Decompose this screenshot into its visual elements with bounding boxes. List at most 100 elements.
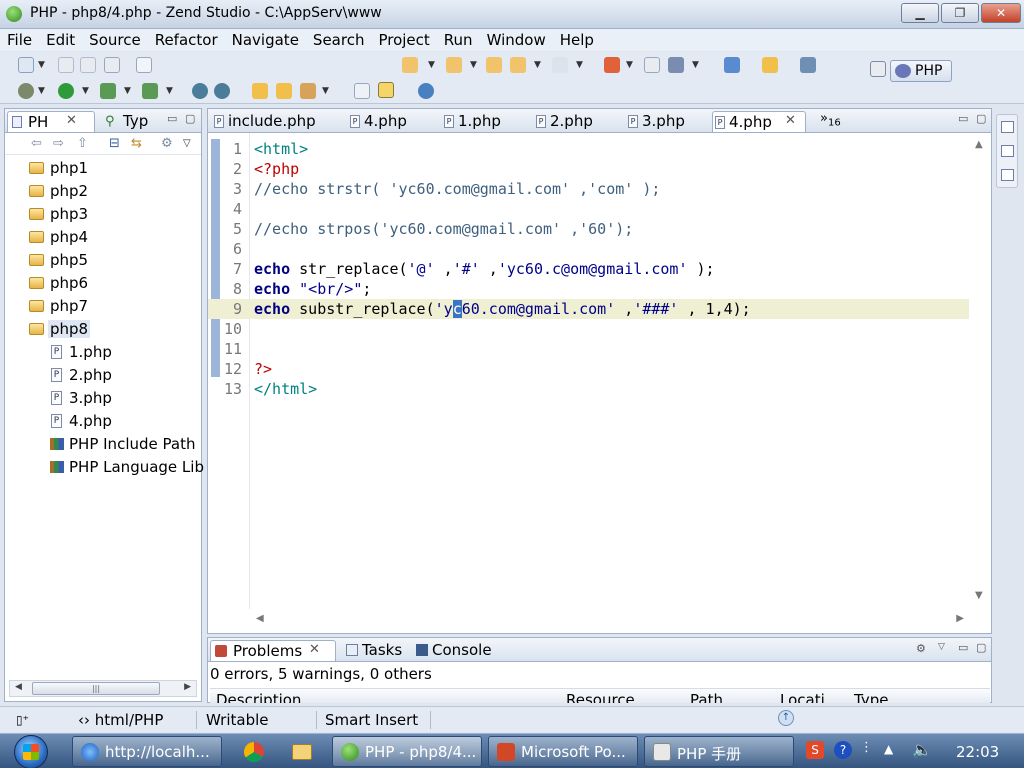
new-icon[interactable] [18, 57, 34, 73]
back-dropdown-icon[interactable]: ▼ [534, 60, 541, 70]
debug-marker-icon[interactable] [604, 57, 620, 73]
tab-4-php-other[interactable]: P 4.php [348, 111, 436, 132]
tree-item-php4[interactable]: php4 [5, 226, 201, 249]
code-line[interactable]: 10 [208, 319, 991, 339]
next-annotation-icon[interactable] [402, 57, 418, 73]
code-line[interactable]: 3 //echo strstr( 'yc60.com@gmail.com' ,'c… [208, 179, 991, 199]
back-arrow-icon[interactable]: ⇦ [31, 136, 42, 151]
close-icon[interactable]: ✕ [66, 113, 77, 128]
start-button[interactable] [6, 734, 58, 768]
search-dropdown-icon[interactable]: ▼ [322, 86, 329, 96]
web-settings-icon[interactable] [214, 83, 230, 99]
monitor-icon[interactable] [668, 57, 684, 73]
monitor-dropdown-icon[interactable]: ▼ [692, 60, 699, 70]
taskbar-powerpoint[interactable]: Microsoft Po... [488, 736, 638, 767]
close-icon[interactable]: ✕ [309, 642, 320, 657]
taskbar-zend-studio[interactable]: PHP - php8/4... [332, 736, 482, 767]
menu-navigate[interactable]: Navigate [225, 29, 306, 51]
maximize-button[interactable]: ❐ [941, 3, 979, 23]
scrollbar-thumb[interactable]: ||| [32, 682, 160, 695]
code-line[interactable]: 2 <?php [208, 159, 991, 179]
open-folder-icon[interactable] [252, 83, 268, 99]
tree-item-php5[interactable]: php5 [5, 249, 201, 272]
forward-arrow-icon[interactable]: ⇨ [53, 136, 64, 151]
open-perspective-icon[interactable] [870, 61, 886, 77]
menu-refactor[interactable]: Refactor [148, 29, 225, 51]
maximize-panel-icon[interactable]: ▢ [976, 641, 986, 654]
code-line[interactable]: 1 <html> [208, 139, 991, 159]
maximize-panel-icon[interactable]: ▢ [185, 112, 195, 125]
web-icon[interactable] [192, 83, 208, 99]
save-icon[interactable] [58, 57, 74, 73]
help-icon[interactable]: ? [834, 741, 852, 759]
column-description[interactable]: Description [216, 689, 301, 703]
code-line[interactable]: 5 //echo strpos('yc60.com@gmail.com' ,'60… [208, 219, 991, 239]
code-line[interactable]: 9 echo substr_replace('yc60.com@gmail.com… [208, 299, 991, 319]
mark-occurrences-icon[interactable] [378, 82, 394, 98]
ime-icon[interactable]: S [806, 741, 824, 759]
column-resource[interactable]: Resource [566, 689, 635, 703]
scroll-left-icon[interactable]: ◀ [15, 682, 22, 692]
forward-icon[interactable] [552, 57, 568, 73]
scroll-right-icon[interactable]: ▶ [184, 682, 191, 692]
taskbar-php-manual[interactable]: PHP 手册 [644, 736, 794, 767]
menu-file[interactable]: File [0, 29, 39, 51]
view-menu-icon[interactable]: ▽ [183, 138, 191, 149]
menu-window[interactable]: Window [480, 29, 553, 51]
link-editor-icon[interactable]: ⇆ [131, 136, 142, 151]
tab-1-php[interactable]: P 1.php [442, 111, 528, 132]
tab-overflow-button[interactable]: »16 [820, 111, 841, 129]
code-line[interactable]: 7 echo str_replace('@' ,'#' ,'yc60.c@om@g… [208, 259, 991, 279]
tab-include-php[interactable]: P include.php [212, 111, 340, 132]
window-list-icon[interactable] [800, 57, 816, 73]
tree-item-php6[interactable]: php6 [5, 272, 201, 295]
up-icon[interactable]: ⇧ [77, 136, 88, 151]
explorer-horizontal-scrollbar[interactable]: ◀ ||| ▶ [9, 680, 197, 697]
column-type[interactable]: Type [854, 689, 888, 703]
tab-tasks[interactable]: Tasks [342, 640, 412, 661]
tray-options-icon[interactable]: ⋮ [860, 740, 873, 755]
blank-page-icon[interactable] [644, 57, 660, 73]
last-edit-location-icon[interactable] [486, 57, 502, 73]
external-tools-dropdown-icon[interactable]: ▼ [166, 86, 173, 96]
collapse-all-icon[interactable]: ⊟ [109, 136, 120, 151]
editor-vertical-scrollbar[interactable]: ▲ ▼ [969, 133, 991, 609]
fast-view-icon[interactable]: ▯⁺ [16, 713, 29, 727]
php-perspective-button[interactable]: PHP [890, 60, 952, 82]
tree-item-php-language-lib[interactable]: PHP Language Lib [5, 456, 204, 479]
back-icon[interactable] [510, 57, 526, 73]
menu-edit[interactable]: Edit [39, 29, 82, 51]
next-annotation-dropdown-icon[interactable]: ▼ [428, 60, 435, 70]
volume-icon[interactable]: 🔈 [912, 740, 932, 759]
search-tool-icon[interactable] [300, 83, 316, 99]
menu-project[interactable]: Project [371, 29, 436, 51]
external-tools-icon[interactable] [142, 83, 158, 99]
previous-annotation-icon[interactable] [446, 57, 462, 73]
minimize-panel-icon[interactable]: ▭ [958, 641, 968, 654]
minimize-panel-icon[interactable]: ▭ [167, 112, 177, 125]
column-path[interactable]: Path [690, 689, 723, 703]
debug-icon[interactable] [18, 83, 34, 99]
code-line[interactable]: 4 [208, 199, 991, 219]
tab-3-php[interactable]: P 3.php [626, 111, 712, 132]
open-type-icon[interactable] [276, 83, 292, 99]
tree-item-1-php[interactable]: P 1.php [5, 341, 201, 364]
minimize-editor-icon[interactable]: ▭ [958, 112, 968, 125]
tab-type-hierarchy[interactable]: ⚲ Typ [101, 111, 157, 132]
code-line[interactable]: 6 [208, 239, 991, 259]
debug-dropdown-icon[interactable]: ▼ [38, 86, 45, 96]
profile-dropdown-icon[interactable]: ▼ [124, 86, 131, 96]
clock[interactable]: 22:03 [956, 743, 999, 761]
tree-item-4-php[interactable]: P 4.php [5, 410, 201, 433]
close-button[interactable]: ✕ [981, 3, 1021, 23]
minimize-button[interactable]: ▁ [901, 3, 939, 23]
tree-item-php3[interactable]: php3 [5, 203, 201, 226]
debug-marker-dropdown-icon[interactable]: ▼ [626, 60, 633, 70]
filter-icon[interactable]: ⚙ [916, 642, 926, 655]
new-dropdown-icon[interactable]: ▼ [38, 60, 45, 70]
tab-4-php-active[interactable]: P 4.php ✕ [712, 111, 806, 132]
run-icon[interactable] [58, 83, 74, 99]
print-icon[interactable] [104, 57, 120, 73]
tab-2-php[interactable]: P 2.php [534, 111, 620, 132]
code-line[interactable]: 13 </html> [208, 379, 991, 399]
